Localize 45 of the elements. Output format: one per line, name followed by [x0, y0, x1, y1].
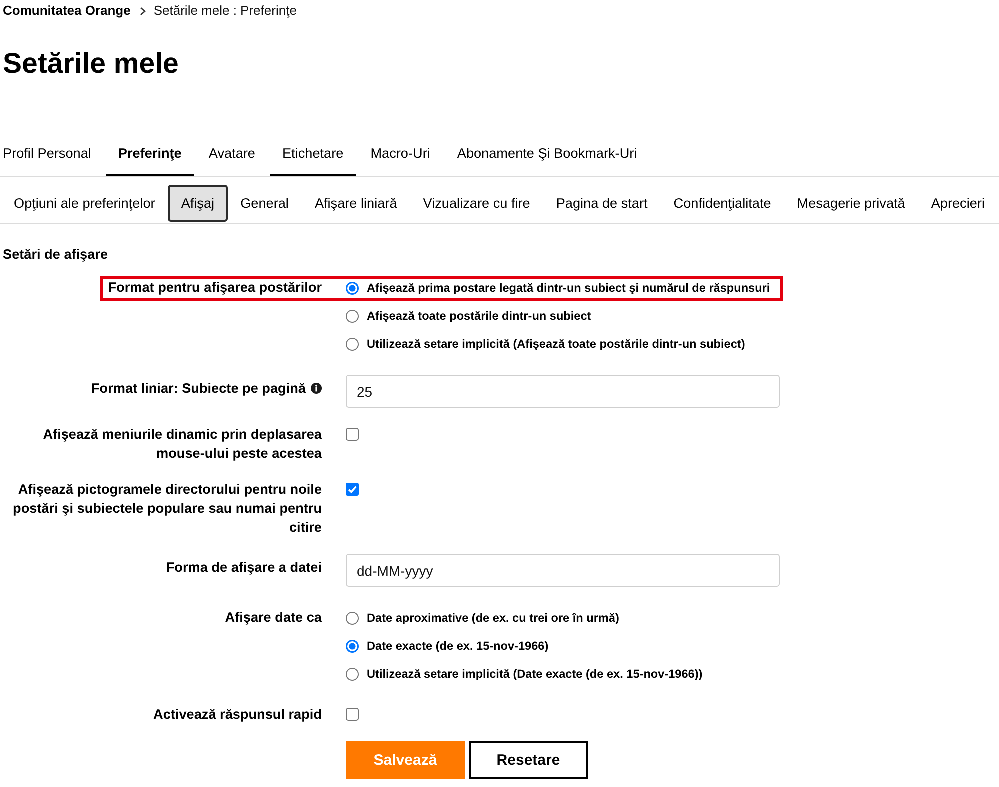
- option-label[interactable]: Utilizează setare implicită (Afişează toate postările dintr-un subiect): [367, 336, 746, 352]
- checkbox[interactable]: [346, 483, 359, 496]
- chevron-right-icon: [140, 6, 146, 16]
- subtab[interactable]: Confidenţialitate: [660, 185, 784, 222]
- field-label: Format liniar: Subiecte pe pagină: [91, 381, 306, 396]
- radio-button[interactable]: [346, 640, 359, 652]
- tab[interactable]: Profil Personal: [3, 132, 104, 176]
- subtab[interactable]: Aprecieri: [918, 185, 998, 222]
- tab[interactable]: Preferinţe: [106, 132, 194, 176]
- option-label[interactable]: Date aproximative (de ex. cu trei ore în urmă): [367, 610, 620, 626]
- option-label[interactable]: Date exacte (de ex. 15-nov-1966): [367, 638, 549, 654]
- option-label[interactable]: Afişează toate postările dintr-un subiect: [367, 308, 592, 324]
- subtab[interactable]: Mesagerie privată: [784, 185, 918, 222]
- option-label[interactable]: Utilizează setare implicită (Date exacte (de ex. 15-nov-1966)): [367, 666, 703, 682]
- subtab[interactable]: Opţiuni ale preferinţelor: [1, 185, 168, 222]
- text-input[interactable]: dd-MM-yyyy: [346, 554, 780, 587]
- text-input[interactable]: 25: [346, 375, 780, 408]
- field-label: Activează răspunsul rapid: [154, 707, 322, 722]
- field-label: Afişează pictogramele directorului pentru noile postări şi subiectele populare sau numai pentru citire: [13, 482, 322, 535]
- section-title: Setări de afişare: [3, 246, 110, 264]
- radio-button[interactable]: [346, 338, 359, 350]
- radio-button[interactable]: [346, 612, 359, 624]
- subtab[interactable]: Vizualizare cu fire: [410, 185, 544, 222]
- subtab[interactable]: Afişare liniară: [302, 185, 410, 222]
- field-label: Afişează meniurile dinamic prin deplasarea mouse-ului peste acestea: [43, 427, 322, 461]
- reset-button[interactable]: Resetare: [469, 741, 588, 779]
- field-label: Forma de afişare a datei: [166, 560, 322, 575]
- radio-button[interactable]: [346, 668, 359, 680]
- tab[interactable]: Avatare: [196, 132, 268, 176]
- checkbox[interactable]: [346, 428, 359, 441]
- radio-button[interactable]: [346, 282, 359, 294]
- subtab[interactable]: General: [228, 185, 302, 222]
- field-label: Afişare date ca: [225, 610, 322, 625]
- field-label: Format pentru afişarea postărilor: [108, 280, 322, 295]
- option-label[interactable]: Afişează prima postare legată dintr-un subiect şi numărul de răspunsuri: [367, 280, 770, 296]
- breadcrumb-current: Setările mele : Preferinţe: [154, 2, 297, 20]
- page-title: Setările mele: [3, 47, 180, 81]
- radio-button[interactable]: [346, 310, 359, 322]
- subtab[interactable]: Afişaj: [168, 185, 228, 222]
- subtab[interactable]: Pagina de start: [543, 185, 661, 222]
- tab[interactable]: Macro-Uri: [358, 132, 442, 176]
- tab[interactable]: Etichetare: [270, 132, 356, 176]
- tab[interactable]: Abonamente Şi Bookmark-Uri: [445, 132, 650, 176]
- checkbox[interactable]: [346, 708, 359, 721]
- breadcrumb-link[interactable]: Comunitatea Orange: [3, 2, 131, 20]
